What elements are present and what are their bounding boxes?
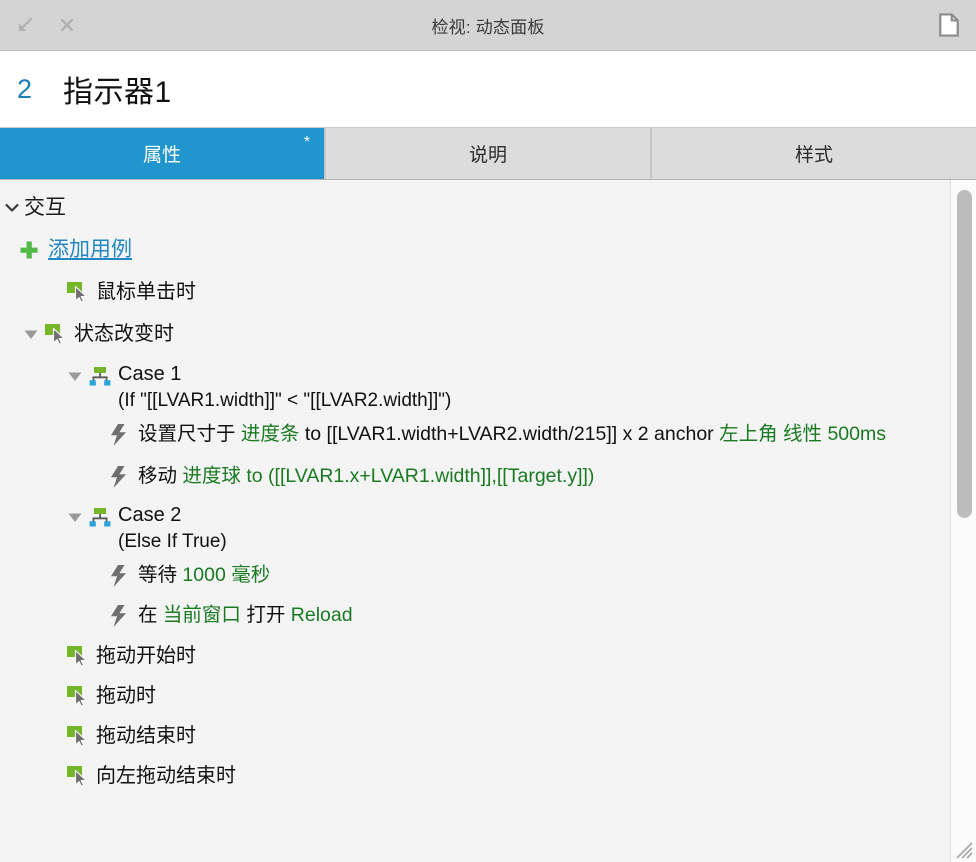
interactions-section-title: 交互 [24, 196, 66, 219]
action-row[interactable]: 等待 1000 毫秒 [0, 556, 940, 596]
inspector-window: 检视: 动态面板 2 指示器1 属性 * 说明 样式 交互 添加用例 鼠标单击时… [0, 0, 976, 862]
event-label: 向左拖动结束时 [96, 765, 236, 787]
event-row-drag-start[interactable]: 拖动开始时 [0, 636, 940, 676]
page-icon[interactable] [938, 13, 960, 37]
tab-notes-label: 说明 [468, 145, 507, 166]
tab-style-label: 样式 [794, 145, 833, 166]
tab-properties-label: 属性 [142, 145, 181, 166]
vertical-scrollbar[interactable] [950, 180, 976, 862]
action-row[interactable]: 移动 进度球 to ([[LVAR1.x+LVAR1.width]],[[Tar… [0, 457, 940, 497]
widget-name[interactable]: 指示器1 [63, 67, 172, 111]
action-description: 在 当前窗口 打开 Reload [138, 596, 353, 630]
action-description: 移动 进度球 to ([[LVAR1.x+LVAR1.width]],[[Tar… [138, 457, 594, 491]
properties-panel-content: 交互 添加用例 鼠标单击时 状态改变时 Case 1 (If "[[LVAR1.… [0, 180, 976, 862]
action-target: 进度球 [182, 465, 241, 487]
case-title-and-condition: Case 2 (Else If True) [118, 497, 227, 556]
triangle-down-icon[interactable] [18, 314, 44, 354]
tab-notes[interactable]: 说明 [326, 128, 652, 179]
cursor-event-icon [66, 676, 96, 716]
event-row-drag-end-left[interactable]: 向左拖动结束时 [0, 756, 940, 796]
action-target: 进度条 [240, 423, 300, 445]
action-row[interactable]: 设置尺寸于 进度条 to [[LVAR1.width+LVAR2.width/2… [0, 415, 940, 457]
lightning-icon [108, 556, 138, 596]
interactions-tree: 交互 添加用例 鼠标单击时 状态改变时 Case 1 (If "[[LVAR1.… [0, 180, 940, 796]
action-description: 设置尺寸于 进度条 to [[LVAR1.width+LVAR2.width/2… [138, 415, 886, 449]
lightning-icon [108, 596, 138, 636]
action-part: 等待 [138, 564, 183, 586]
cursor-event-icon [66, 756, 96, 796]
case-condition: (If "[[LVAR1.width]]" < "[[LVAR2.width]]… [118, 390, 452, 411]
add-case-row[interactable]: 添加用例 [0, 230, 940, 272]
action-value: 左上角 线性 500ms [719, 423, 886, 445]
widget-name-row: 2 指示器1 [0, 51, 976, 128]
tab-properties-modified-marker: * [303, 134, 310, 151]
case-title-and-condition: Case 1 (If "[[LVAR1.width]]" < "[[LVAR2.… [118, 356, 451, 415]
action-value: 1000 毫秒 [182, 564, 271, 586]
tab-style[interactable]: 样式 [652, 128, 976, 179]
widget-index: 2 [17, 73, 33, 104]
plus-icon[interactable] [18, 230, 48, 270]
action-part: 打开 [240, 604, 291, 626]
add-case-link[interactable]: 添加用例 [48, 230, 132, 270]
event-row-state-change[interactable]: 状态改变时 [0, 314, 940, 356]
window-titlebar: 检视: 动态面板 [0, 0, 976, 51]
lightning-icon [108, 415, 138, 455]
chevron-down-icon[interactable] [0, 188, 24, 228]
window-title: 检视: 动态面板 [431, 17, 545, 37]
sitemap-icon [88, 497, 118, 537]
event-label: 拖动结束时 [96, 725, 196, 747]
triangle-down-icon[interactable] [62, 497, 88, 537]
event-label: 状态改变时 [74, 323, 174, 345]
scrollbar-thumb[interactable] [957, 190, 972, 518]
action-part: to [[LVAR1.width+LVAR2.width/215]] x 2 a… [299, 423, 720, 445]
triangle-down-icon[interactable] [62, 356, 88, 396]
event-label: 拖动时 [96, 685, 156, 707]
lightning-icon [108, 457, 138, 497]
cursor-event-icon [66, 716, 96, 756]
event-row-drag-end[interactable]: 拖动结束时 [0, 716, 940, 756]
cursor-event-icon [66, 272, 96, 312]
action-part: 设置尺寸于 [138, 423, 241, 445]
action-part: 移动 [138, 465, 183, 487]
cursor-event-icon [44, 314, 74, 354]
action-row[interactable]: 在 当前窗口 打开 Reload [0, 596, 940, 636]
inspector-tabs: 属性 * 说明 样式 [0, 128, 976, 180]
tab-properties[interactable]: 属性 * [0, 128, 326, 179]
action-part: 在 [138, 604, 163, 626]
event-label: 鼠标单击时 [96, 281, 196, 303]
action-value: Reload [290, 604, 353, 626]
action-value: to ([[LVAR1.x+LVAR1.width]],[[Target.y]]… [240, 465, 595, 487]
case-row-1[interactable]: Case 1 (If "[[LVAR1.width]]" < "[[LVAR2.… [0, 356, 940, 415]
case-title: Case 1 [118, 363, 182, 385]
case-row-2[interactable]: Case 2 (Else If True) [0, 497, 940, 556]
event-row-mouse-click[interactable]: 鼠标单击时 [0, 272, 940, 314]
cursor-event-icon [66, 636, 96, 676]
action-description: 等待 1000 毫秒 [138, 556, 270, 590]
event-row-drag[interactable]: 拖动时 [0, 676, 940, 716]
case-condition: (Else If True) [118, 531, 227, 552]
titlebar-right-controls [938, 0, 960, 50]
action-target: 当前窗口 [162, 604, 241, 626]
sitemap-icon [88, 356, 118, 396]
case-title: Case 2 [118, 504, 182, 526]
event-label: 拖动开始时 [96, 645, 196, 667]
interactions-section-header[interactable]: 交互 [0, 188, 940, 230]
